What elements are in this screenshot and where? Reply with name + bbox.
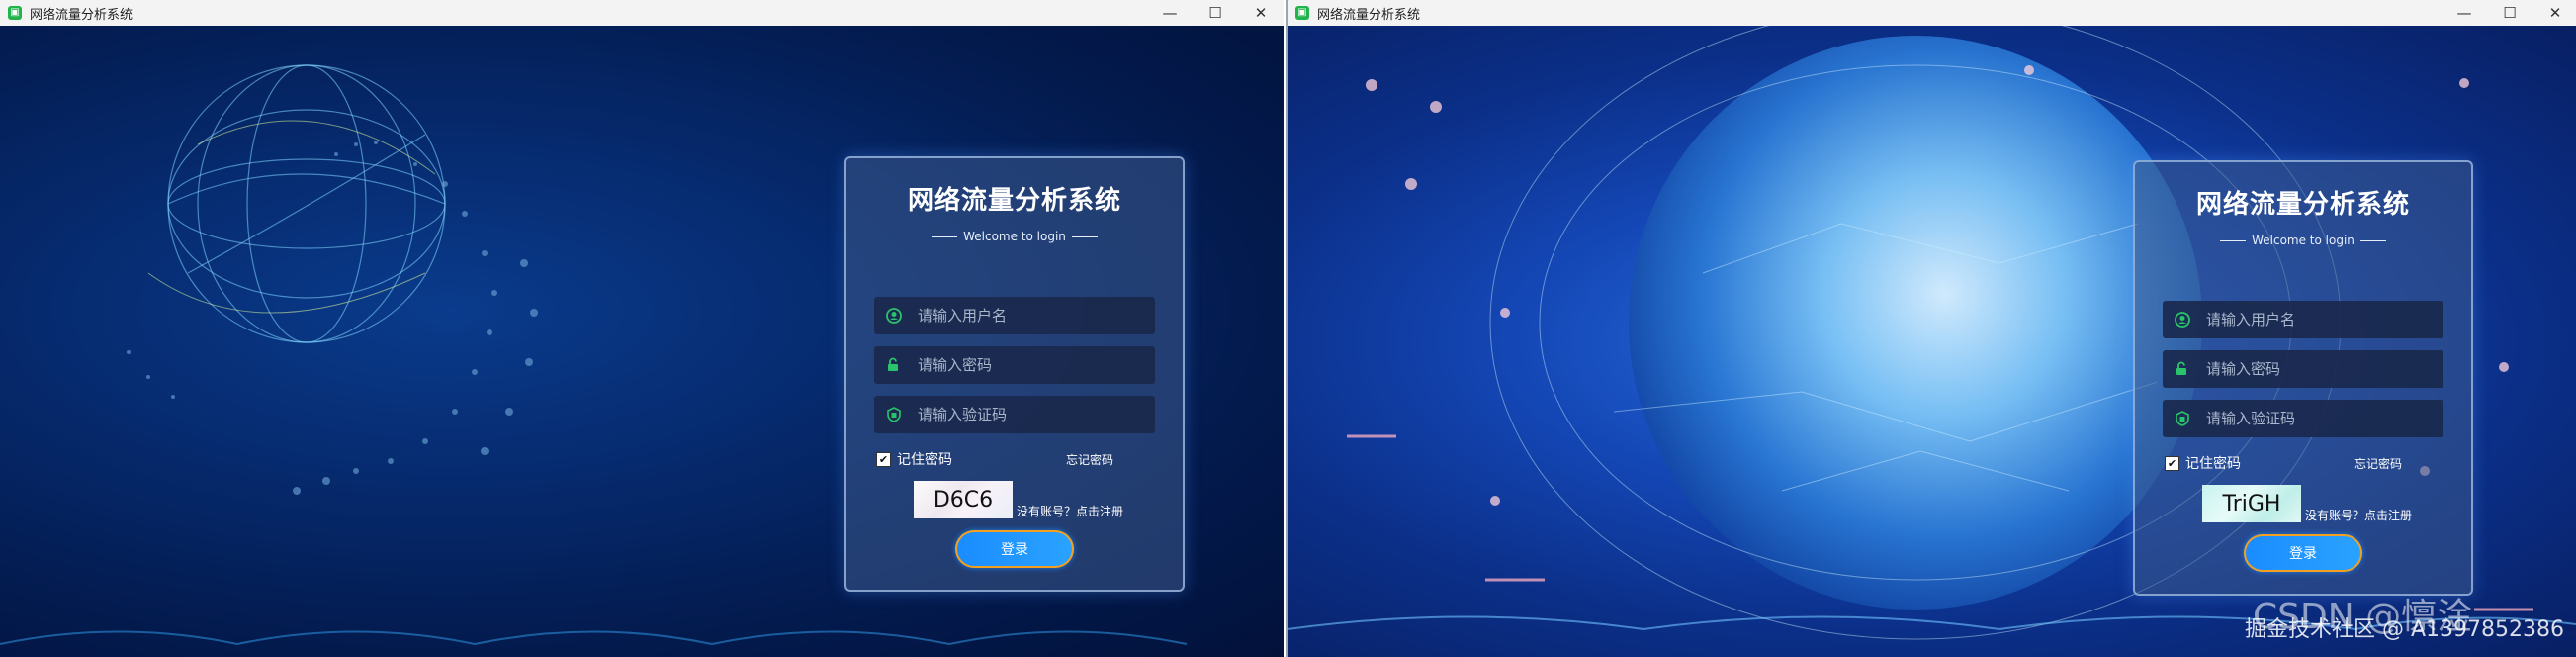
password-input[interactable] (2204, 359, 2426, 379)
window-1: ▣ 网络流量分析系统 — ☐ ✕ 网络流量分析系统 Welcome to log… (0, 0, 1284, 657)
watermark: CSDN @懔淦 掘金技术社区 @ A1397852386 (2245, 588, 2564, 643)
title-bar: ▣ 网络流量分析系统 — ☐ ✕ (0, 0, 1284, 26)
minimize-icon[interactable]: — (1147, 0, 1193, 26)
captcha-image[interactable]: D6C6 (914, 481, 1013, 518)
watermark-text: 掘金技术社区 @ A1397852386 (2244, 617, 2564, 642)
user-icon (886, 308, 902, 324)
window-title: 网络流量分析系统 (1317, 7, 1421, 23)
captcha-input[interactable] (2204, 409, 2426, 428)
forgot-password-link[interactable]: 忘记密码 (1066, 451, 1113, 468)
divider-line (2220, 240, 2247, 241)
remember-label: 记住密码 (897, 452, 952, 468)
login-button[interactable]: 登录 (955, 530, 1074, 568)
background: 网络流量分析系统 Welcome to login 请输入用户名 请输入验证码 … (0, 26, 1284, 657)
remember-checkbox[interactable]: ✔ (876, 451, 891, 467)
register-link[interactable]: 没有账号？点击注册 (1017, 503, 1123, 519)
captcha-image[interactable]: TriGH (2202, 485, 2301, 522)
close-icon[interactable]: ✕ (2532, 0, 2576, 26)
login-panel: 网络流量分析系统 Welcome to login 请输入用户名 请输入验证码 … (2133, 160, 2473, 596)
remember-label: 记住密码 (2185, 456, 2241, 472)
app-icon: ▣ (8, 6, 22, 20)
password-input[interactable] (916, 355, 1137, 375)
captcha-field[interactable] (874, 396, 1155, 433)
login-subtitle-row: Welcome to login (2135, 234, 2471, 247)
password-field[interactable] (874, 346, 1155, 384)
shield-icon (2175, 411, 2190, 426)
username-input[interactable] (916, 306, 1137, 326)
screenshot: ▣ 网络流量分析系统 — ☐ ✕ 网络流量分析系统 Welcome to log… (0, 0, 2576, 657)
window-title: 网络流量分析系统 (30, 7, 133, 23)
maximize-icon[interactable]: ☐ (2487, 0, 2532, 26)
username-field[interactable] (2163, 301, 2443, 338)
login-button[interactable]: 登录 (2244, 534, 2362, 572)
login-subtitle-row: Welcome to login (846, 230, 1183, 243)
window-2: ▣ 网络流量分析系统 — ☐ ✕ 网络流量分析系统 Welcome to log… (1286, 0, 2576, 657)
login-subtitle: Welcome to login (963, 230, 1066, 243)
captcha-field[interactable] (2163, 400, 2443, 437)
captcha-input[interactable] (916, 405, 1137, 424)
password-field[interactable] (2163, 350, 2443, 388)
user-icon (2175, 312, 2190, 328)
background: 网络流量分析系统 Welcome to login 请输入用户名 请输入验证码 … (1288, 26, 2576, 657)
login-subtitle: Welcome to login (2252, 234, 2354, 247)
register-link[interactable]: 没有账号？点击注册 (2305, 507, 2412, 523)
window-controls: — ☐ ✕ (1147, 0, 1284, 26)
lock-icon (2175, 361, 2190, 377)
window-controls: — ☐ ✕ (2442, 0, 2576, 26)
divider-line (932, 236, 958, 237)
login-title: 网络流量分析系统 (2195, 190, 2410, 220)
username-field[interactable] (874, 297, 1155, 334)
remember-checkbox[interactable]: ✔ (2165, 455, 2179, 471)
remember-password[interactable]: ✔ 记住密码 (876, 449, 952, 469)
forgot-password-link[interactable]: 忘记密码 (2354, 455, 2402, 472)
login-title: 网络流量分析系统 (907, 186, 1121, 216)
username-input[interactable] (2204, 310, 2426, 329)
remember-password[interactable]: ✔ 记住密码 (2165, 453, 2241, 473)
app-icon: ▣ (1295, 6, 1309, 20)
lock-icon (886, 357, 902, 373)
maximize-icon[interactable]: ☐ (1193, 0, 1238, 26)
title-bar: ▣ 网络流量分析系统 — ☐ ✕ (1288, 0, 2576, 26)
shield-icon (886, 407, 902, 422)
divider-line (1071, 236, 1098, 237)
minimize-icon[interactable]: — (2442, 0, 2487, 26)
close-icon[interactable]: ✕ (1238, 0, 1284, 26)
divider-line (2359, 240, 2386, 241)
login-panel: 网络流量分析系统 Welcome to login 请输入用户名 请输入验证码 … (844, 156, 1185, 592)
